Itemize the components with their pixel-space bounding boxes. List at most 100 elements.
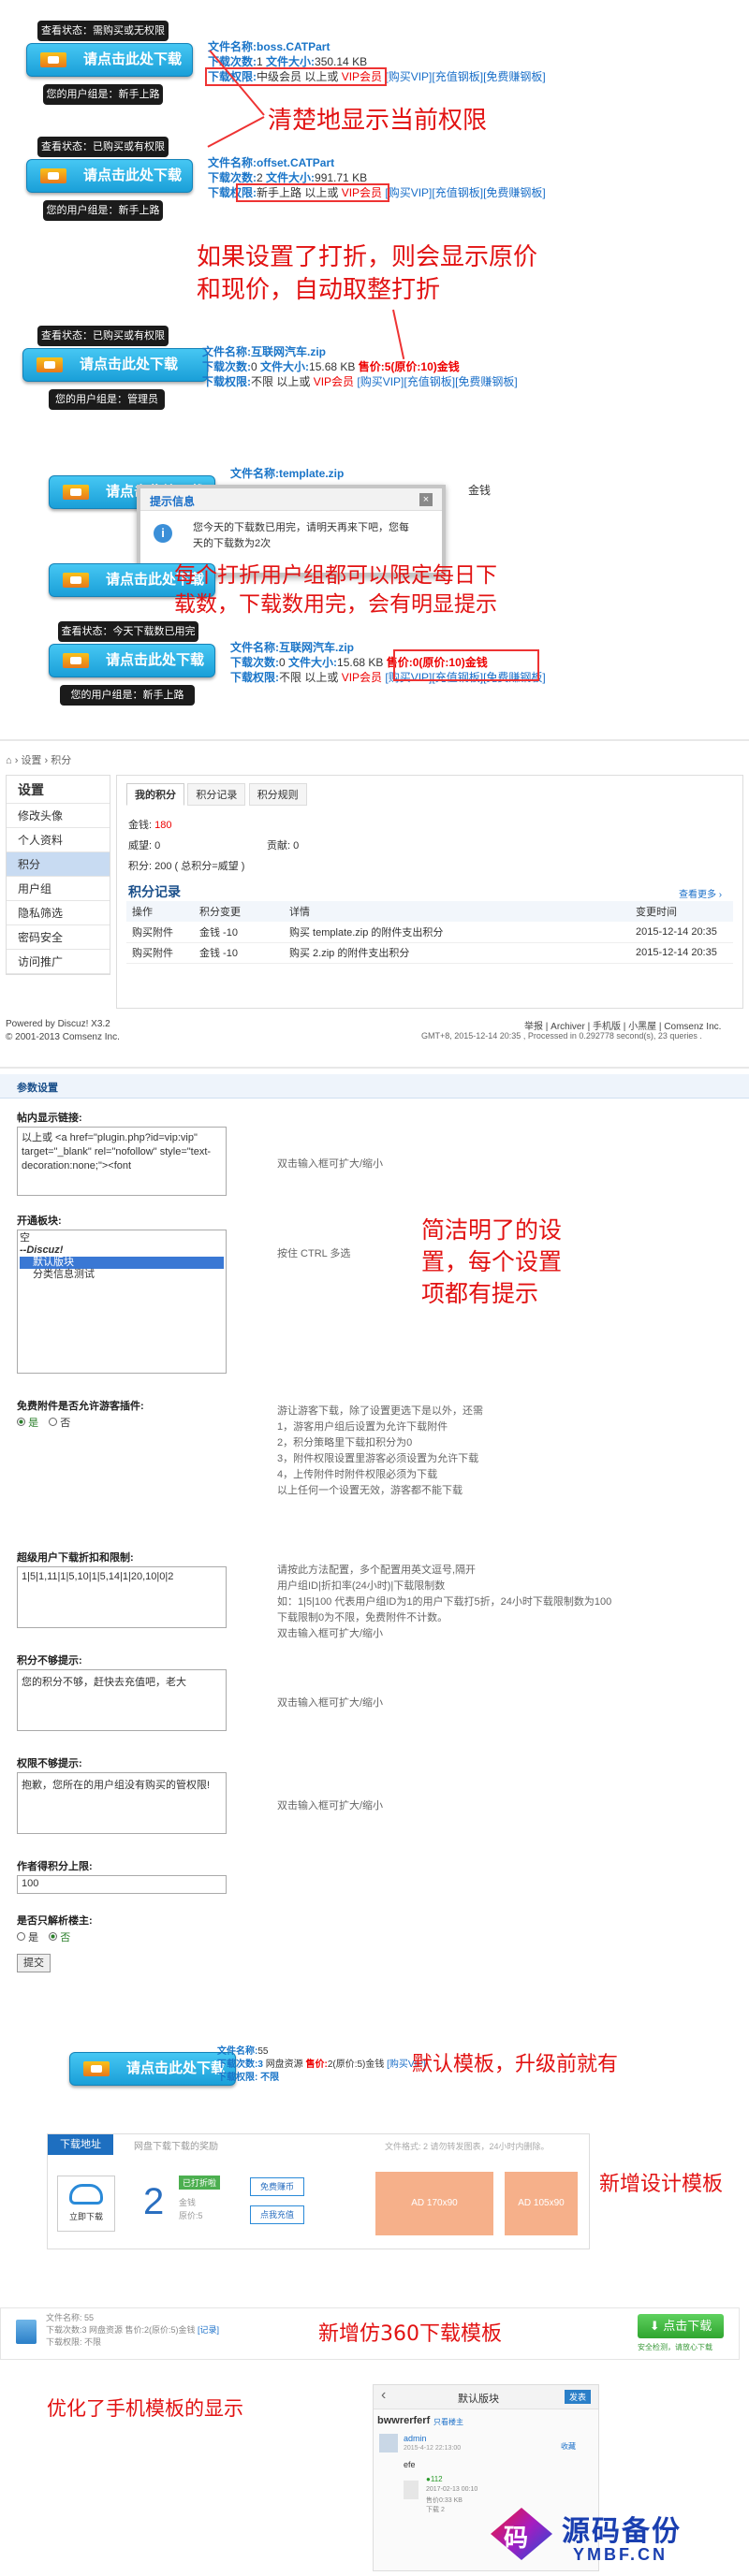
more-link[interactable]: 查看更多 ›: [679, 886, 722, 900]
sidebar-item-credits[interactable]: 积分: [7, 852, 110, 877]
divider: [0, 739, 749, 741]
select-option[interactable]: 空: [20, 1232, 224, 1244]
author-credit-input[interactable]: 100: [17, 1875, 227, 1894]
field-hint: 双击输入框可扩大/缩小: [277, 1697, 384, 1709]
radio-yes[interactable]: [17, 1932, 25, 1941]
link-textarea[interactable]: 以上或 <a href="plugin.php?id=vip:vip" targ…: [17, 1127, 227, 1196]
sidebar-item-password[interactable]: 密码安全: [7, 925, 110, 950]
view-status-tip: 查看状态：已购买或有权限: [37, 326, 169, 346]
forum-multiselect[interactable]: 空 --Discuz! 默认版块 分类信息测试: [17, 1230, 227, 1374]
download-icon: [37, 357, 63, 372]
recharge-link[interactable]: [充值钢板]: [432, 70, 483, 83]
guest-radio-group: 是 否: [17, 1415, 70, 1430]
radio-no[interactable]: [49, 1932, 58, 1941]
field-label: 超级用户下载折扣和限制:: [17, 1552, 134, 1564]
view-status-tip: 查看状态：今天下载数已用完: [58, 621, 198, 642]
table-row: 购买附件 金钱 -10 购买 template.zip 的附件支出积分 2015-12…: [126, 922, 733, 943]
avatar: [379, 2434, 398, 2452]
select-option[interactable]: 默认版块: [20, 1257, 224, 1269]
credit-log-table: 操作 积分变更 详情 变更时间 购买附件 金钱 -10 购买 template.zip 的…: [126, 901, 733, 964]
view-status-tip: 查看状态：已购买或有权限: [37, 137, 169, 157]
select-option[interactable]: 分类信息测试: [20, 1269, 224, 1281]
annotation-arrow: [207, 116, 265, 148]
close-icon[interactable]: ×: [419, 493, 433, 506]
permission-tip-textarea[interactable]: 抱歉，您所在的用户组没有购买的管权限!: [17, 1772, 227, 1834]
post-date: 2015-4-12 22:13:00: [404, 2445, 462, 2452]
field-label: 免费附件是否允许游客插件:: [17, 1401, 144, 1412]
earn-link[interactable]: [免费赚钢板]: [455, 375, 518, 388]
table-row: 购买附件 金钱 -10 购买 2.zip 的附件支出积分 2015-12-14 20:…: [126, 942, 733, 964]
fav-link[interactable]: 收藏: [561, 2441, 576, 2452]
tab-credit-log[interactable]: 积分记录: [187, 783, 246, 806]
select-option[interactable]: --Discuz!: [20, 1244, 224, 1257]
logo-mark-text: 码: [504, 2524, 529, 2552]
table-header: 操作 积分变更 详情 变更时间: [126, 901, 733, 922]
sidebar-item-privacy[interactable]: 隐私筛选: [7, 901, 110, 925]
tab-download[interactable]: 下载地址: [48, 2134, 113, 2155]
buy-vip-link[interactable]: [购买VIP]: [385, 70, 432, 83]
tab-bar: 我的积分 积分记录 积分规则: [126, 783, 307, 806]
free-coin-button[interactable]: 免费赚币: [250, 2177, 304, 2196]
file-info: 文件名称:template.zip: [230, 467, 345, 480]
annotation: 每个打折用户组都可以限定每日下 载数，下载数用完，会有明显提示: [174, 563, 497, 618]
buy-vip-link[interactable]: [购买VIP]: [385, 186, 432, 199]
breadcrumb: ⌂ › 设置 › 积分: [6, 755, 72, 766]
field-label: 帖内显示链接:: [17, 1113, 82, 1124]
download-button[interactable]: 请点击此处下载: [49, 644, 215, 677]
recharge-link[interactable]: [充值钢板]: [432, 186, 483, 199]
earn-link[interactable]: [免费赚钢板]: [483, 186, 546, 199]
footer-gmt: GMT+8, 2015-12-14 20:35 , Processed in 0…: [421, 1031, 702, 1041]
download-button[interactable]: 请点击此处下载: [26, 43, 193, 77]
cloud-download-button[interactable]: 立即下载: [57, 2176, 115, 2232]
footer-left: Powered by Discuz! X3.2 © 2001-2013 Comse…: [6, 1019, 120, 1042]
field-hint: 游让游客下载，除了设置更选下是以外，还需 1，游客用户组后设置为允许下载附件 2，积…: [277, 1405, 483, 1496]
post-author: admin: [404, 2434, 427, 2443]
recharge-link[interactable]: [充值钢板]: [404, 375, 455, 388]
log-table-wrap: 操作 积分变更 详情 变更时间 购买附件 金钱 -10 购买 template.zip 的…: [126, 901, 733, 964]
tab-credit-rules[interactable]: 积分规则: [248, 783, 307, 806]
total-score: 积分: 200 ( 总积分=威望 ): [128, 861, 245, 872]
annotation: 优化了手机模板的显示: [47, 2397, 243, 2420]
footer-links[interactable]: 举报 | Archiver | 手机版 | 小黑屋 | Comsenz Inc.: [524, 1018, 721, 1032]
view-status-tip: 查看状态：需购买或无权限: [37, 21, 169, 41]
ad-slot: AD 170x90: [375, 2172, 493, 2235]
settings-header: 参数设置: [0, 1074, 749, 1099]
discount-textarea[interactable]: 1|5|1,11|1|5,10|1|5,14|1|20,10|0|2: [17, 1566, 227, 1628]
dialog-message: 您今天的下载数已用完，请明天再来下吧，您每天的下载数为2次: [193, 522, 409, 549]
post-button[interactable]: 发表: [565, 2390, 592, 2404]
author-only-link[interactable]: 只看楼主: [433, 2417, 463, 2427]
download-button[interactable]: 请点击此处下载: [69, 2052, 236, 2086]
info-icon: i: [154, 524, 172, 543]
settings-sidebar: 设置 修改头像 个人资料 积分 用户组 隐私筛选 密码安全 访问推广: [6, 775, 110, 975]
submit-button[interactable]: 提交: [17, 1954, 51, 1972]
field-hint: 双击输入框可扩大/缩小: [277, 1158, 384, 1170]
radio-no[interactable]: [49, 1418, 58, 1426]
download-button[interactable]: 请点击此处下载: [22, 348, 208, 382]
earn-link[interactable]: [免费赚钢板]: [483, 70, 546, 83]
buy-vip-link[interactable]: [购买VIP]: [357, 375, 404, 388]
tab-netdisk[interactable]: 网盘下载下载的奖励: [134, 2138, 218, 2152]
download-icon: [63, 485, 89, 500]
home-icon[interactable]: ⌂: [6, 755, 12, 766]
download-icon: [40, 168, 66, 183]
sidebar-item-avatar[interactable]: 修改头像: [7, 804, 110, 828]
download-button[interactable]: 请点击此处下载: [26, 159, 193, 193]
sidebar-item-usergroup[interactable]: 用户组: [7, 877, 110, 901]
logo-text: 源码备份: [562, 2516, 682, 2547]
recharge-button[interactable]: 点我充值: [250, 2205, 304, 2224]
author-only-radio-group: 是 否: [17, 1929, 70, 1944]
radio-yes[interactable]: [17, 1418, 25, 1426]
highlight-box: [393, 649, 539, 681]
thread-title: bwwrerferf: [377, 2415, 431, 2426]
field-label: 作者得积分上限:: [17, 1861, 93, 1872]
tab-my-credits[interactable]: 我的积分: [126, 783, 184, 806]
sidebar-item-promotion[interactable]: 访问推广: [7, 950, 110, 974]
green-download-button[interactable]: ⬇ 点击下载: [638, 2314, 724, 2338]
file-icon: [16, 2320, 37, 2344]
credit-tip-textarea[interactable]: 您的积分不够，赶快去充值吧，老大: [17, 1669, 227, 1731]
user-group-tip: 您的用户组是：新手上路: [60, 685, 195, 706]
back-icon[interactable]: ‹: [381, 2387, 386, 2404]
log-title: 积分记录: [128, 884, 181, 899]
field-hint: 按住 CTRL 多选: [277, 1248, 351, 1259]
sidebar-item-profile[interactable]: 个人资料: [7, 828, 110, 852]
